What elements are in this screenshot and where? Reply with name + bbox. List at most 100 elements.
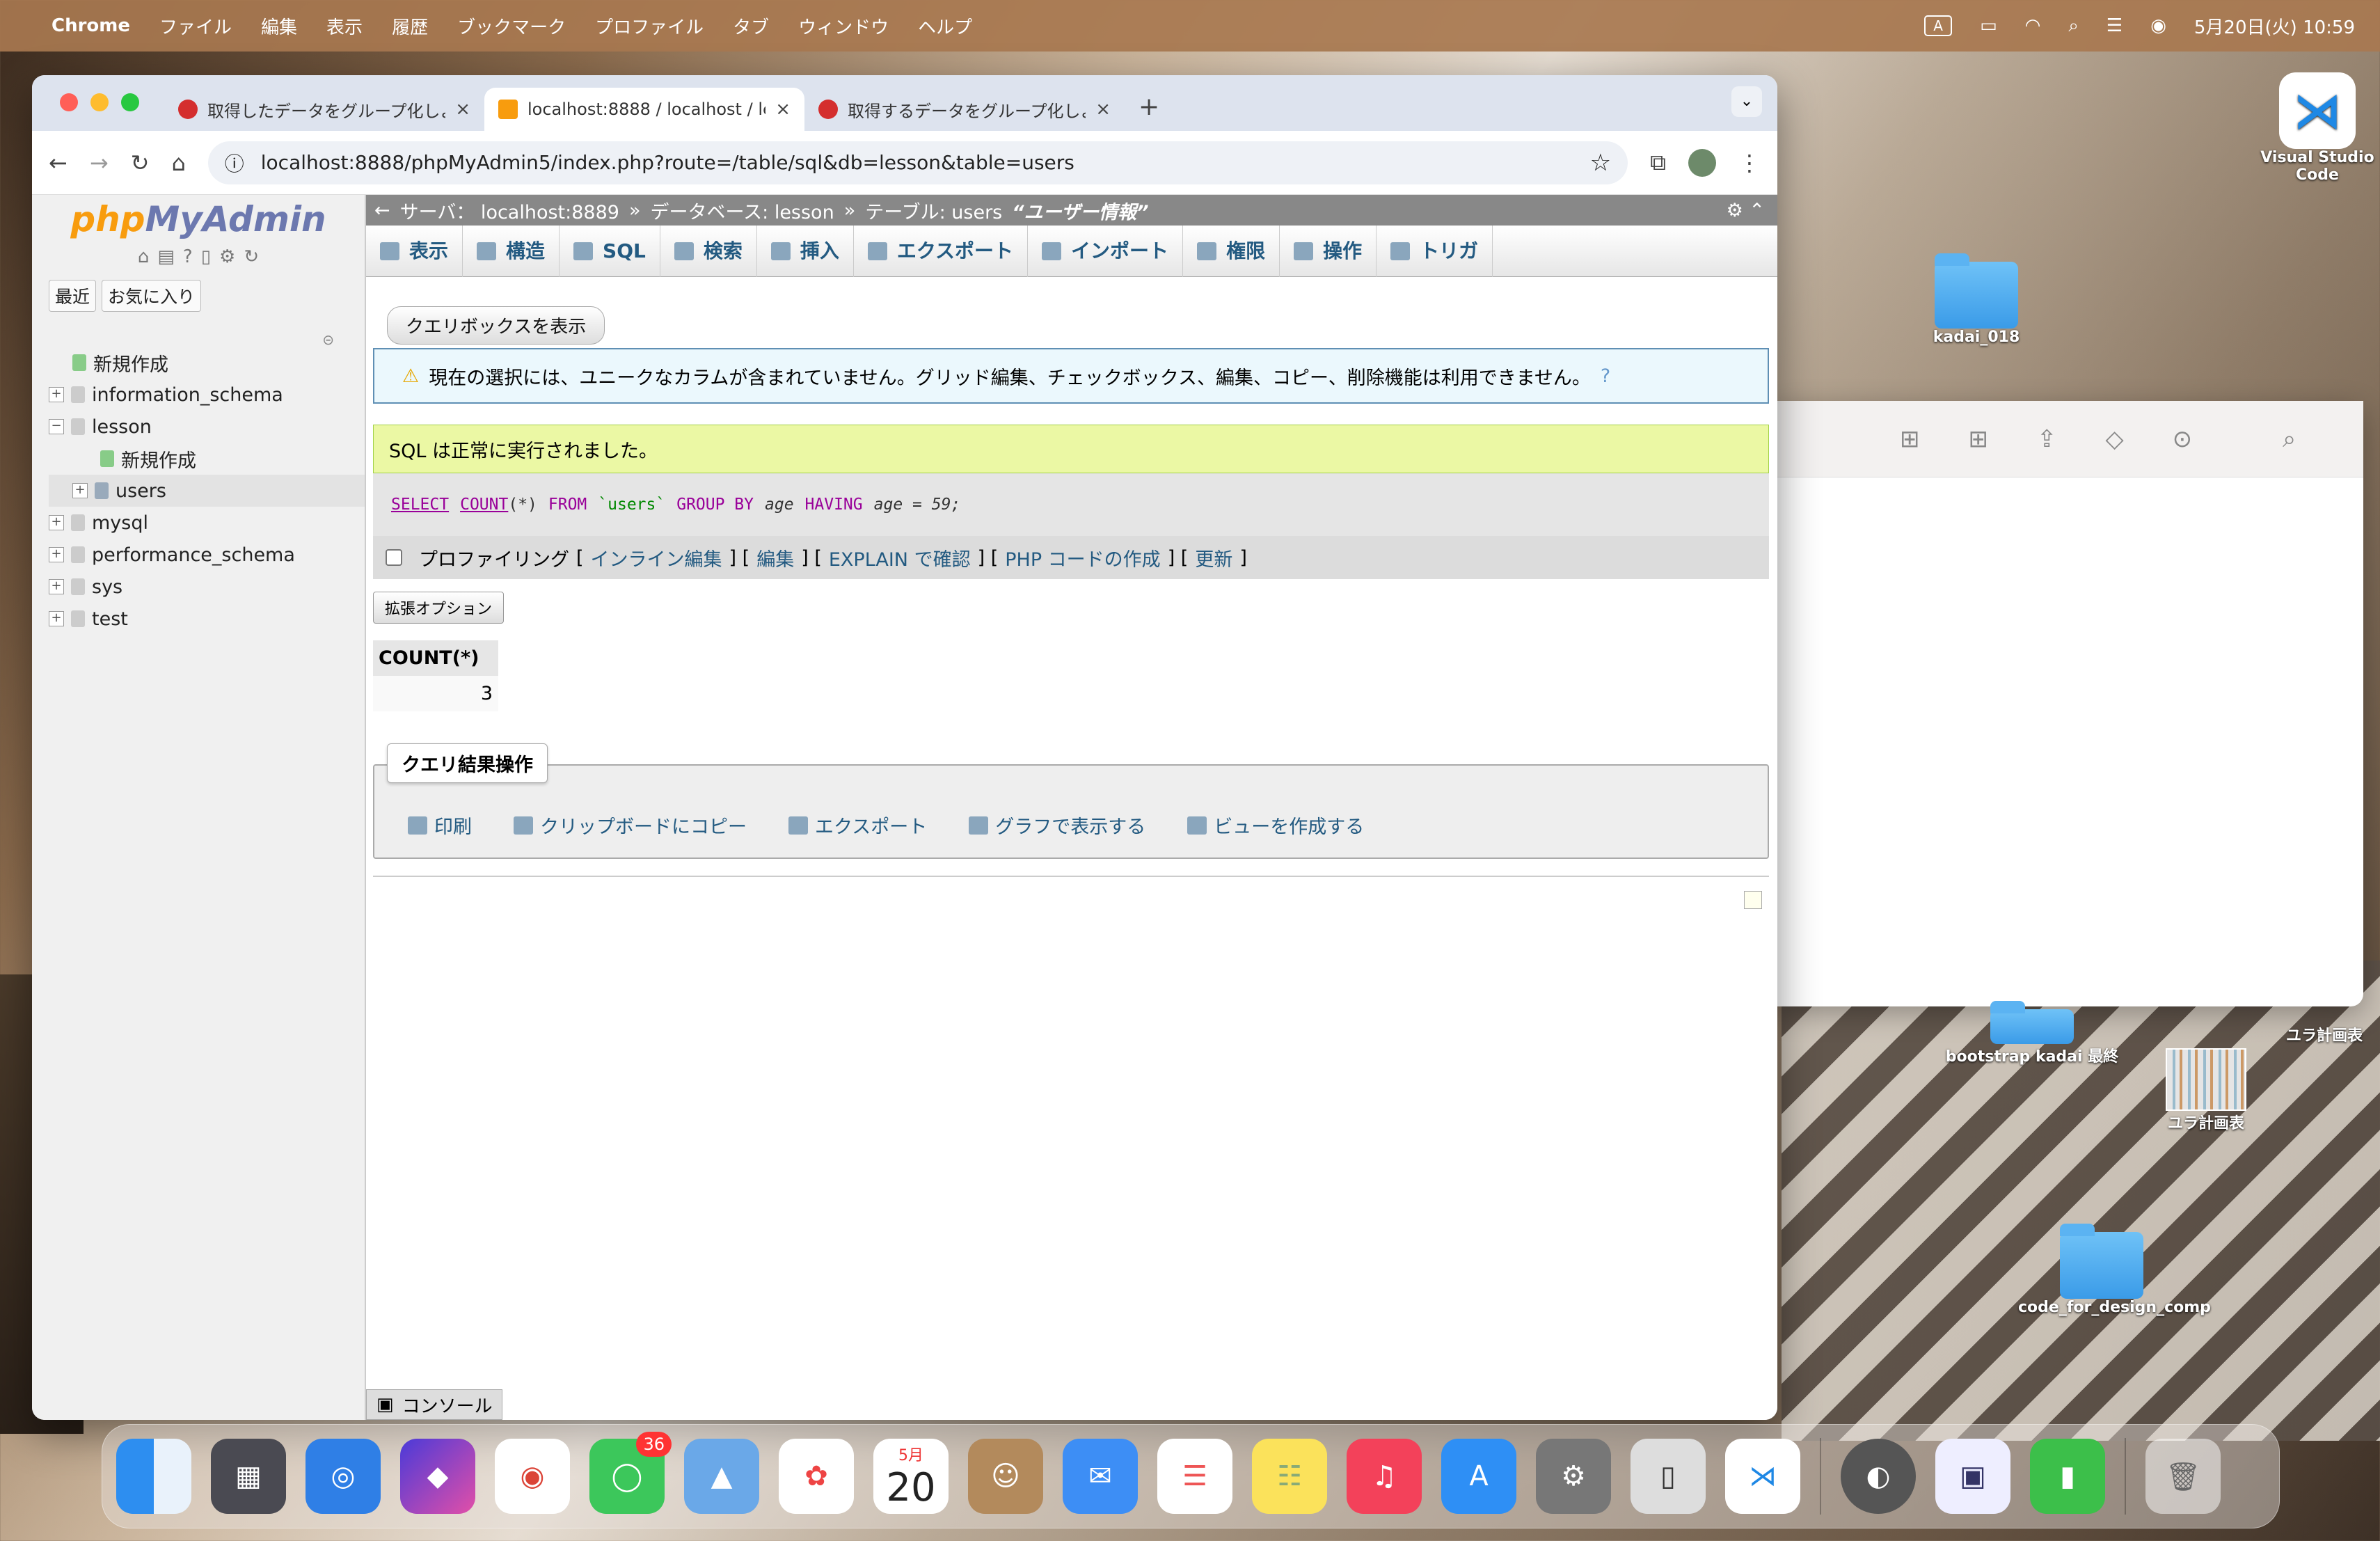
site-info-icon[interactable]: ⓘ xyxy=(225,149,244,177)
column-header[interactable]: COUNT(*) xyxy=(373,640,498,676)
expand-icon[interactable]: + xyxy=(49,547,64,562)
copy-clipboard-link[interactable]: クリップボードにコピー xyxy=(514,812,747,839)
back-icon[interactable]: ← xyxy=(49,150,68,176)
print-link[interactable]: 印刷 xyxy=(408,812,472,839)
tableplus-icon[interactable]: ◐ xyxy=(1841,1439,1916,1514)
system-settings-icon[interactable]: ⚙ xyxy=(1536,1439,1611,1514)
desktop-folder-kadai[interactable]: kadai_018 xyxy=(1928,253,2025,346)
profile-avatar[interactable] xyxy=(1688,148,1716,177)
url-text[interactable]: localhost:8888/phpMyAdmin5/index.php?rou… xyxy=(261,151,1074,174)
launchpad-icon[interactable]: ▦ xyxy=(211,1439,286,1514)
bookmark-icon[interactable] xyxy=(1744,891,1762,909)
menu-bookmarks[interactable]: ブックマーク xyxy=(457,13,566,39)
reminders-icon[interactable]: ☰ xyxy=(1157,1439,1232,1514)
breadcrumb-server[interactable]: サーバ： localhost:8889 xyxy=(400,197,619,224)
recent-button[interactable]: 最近 xyxy=(49,280,97,312)
help-icon[interactable]: ? xyxy=(1601,365,1610,387)
show-query-box-button[interactable]: クエリボックスを表示 xyxy=(387,306,605,345)
favorites-button[interactable]: お気に入り xyxy=(102,280,202,312)
mail-icon[interactable]: ✉ xyxy=(1063,1439,1138,1514)
settings-icon[interactable]: ⚙ xyxy=(219,246,235,267)
desktop-file-plan-top[interactable]: ユラ計画表 xyxy=(2269,1023,2380,1045)
trash-icon[interactable]: 🗑 xyxy=(2145,1439,2221,1514)
calendar-icon[interactable]: 5月 20 xyxy=(873,1439,949,1514)
expand-icon[interactable]: + xyxy=(49,515,64,530)
messages-icon[interactable]: ◯ 36 xyxy=(589,1432,672,1514)
contacts-icon[interactable]: ☺ xyxy=(968,1439,1043,1514)
desktop-vscode[interactable]: ⋊ Visual Studio Code xyxy=(2248,72,2380,184)
help-icon[interactable]: ? xyxy=(183,246,193,267)
finder-icon[interactable] xyxy=(116,1439,191,1514)
menu-app-name[interactable]: Chrome xyxy=(51,15,130,36)
breadcrumb-database[interactable]: データベース: lesson xyxy=(650,197,834,224)
tab-insert[interactable]: 挿入 xyxy=(757,225,854,277)
safari-icon[interactable]: ◎ xyxy=(306,1439,381,1514)
vscode-dock-icon[interactable]: ⋊ xyxy=(1725,1439,1800,1514)
tab-3[interactable]: 取得するデータをグループ化しよ × xyxy=(804,88,1125,131)
sql-keyword[interactable]: SELECT xyxy=(391,496,449,514)
logout-icon[interactable]: ▤ xyxy=(157,246,175,267)
menu-file[interactable]: ファイル xyxy=(159,13,232,39)
tree-item-information-schema[interactable]: + information_schema xyxy=(49,379,365,411)
php-code-link[interactable]: PHP コードの作成 xyxy=(1005,544,1160,571)
battery-icon[interactable]: ▭ xyxy=(1980,15,1997,36)
tree-item-performance-schema[interactable]: + performance_schema xyxy=(49,539,365,571)
tree-item-mysql[interactable]: + mysql xyxy=(49,507,365,539)
notes-icon[interactable]: ☷ xyxy=(1252,1439,1327,1514)
new-tab-icon[interactable]: + xyxy=(1139,93,1159,121)
tag-icon[interactable]: ◇ xyxy=(2106,425,2124,453)
tab-triggers[interactable]: トリガ xyxy=(1377,225,1493,277)
create-view-link[interactable]: ビューを作成する xyxy=(1187,812,1364,839)
menu-view[interactable]: 表示 xyxy=(326,13,363,39)
docs-icon[interactable]: ▯ xyxy=(201,246,211,267)
export-link[interactable]: エクスポート xyxy=(788,812,927,839)
chrome-icon[interactable]: ◉ xyxy=(495,1439,570,1514)
tree-item-lesson-new[interactable]: 新規作成 xyxy=(49,443,365,475)
tab-2[interactable]: localhost:8888 / localhost / le × xyxy=(484,88,804,131)
collapse-icon[interactable]: − xyxy=(49,419,64,434)
pma-logo[interactable]: phpMyAdmin xyxy=(32,199,365,239)
desktop-folder-bootstrap[interactable]: bootstrap kadai 最終 xyxy=(1935,1001,2129,1066)
zoom-window-button[interactable] xyxy=(121,93,139,111)
explain-link[interactable]: EXPLAIN で確認 xyxy=(829,544,971,571)
close-tab-icon[interactable]: × xyxy=(1095,99,1111,120)
more-icon[interactable]: ⊙ xyxy=(2173,425,2193,453)
menu-edit[interactable]: 編集 xyxy=(261,13,297,39)
menu-history[interactable]: 履歴 xyxy=(392,13,428,39)
app-store-icon[interactable]: A xyxy=(1441,1439,1516,1514)
home-icon[interactable]: ⌂ xyxy=(138,246,150,267)
tab-browse[interactable]: 表示 xyxy=(366,225,463,277)
tree-item-sys[interactable]: + sys xyxy=(49,571,365,603)
clock[interactable]: 5月20日(火) 10:59 xyxy=(2194,13,2355,39)
iphone-mirroring-icon[interactable]: ▯ xyxy=(1631,1439,1706,1514)
forward-icon[interactable]: → xyxy=(90,150,109,176)
tree-item-test[interactable]: + test xyxy=(49,603,365,635)
bookmark-star-icon[interactable]: ☆ xyxy=(1590,149,1611,177)
shortcuts-icon[interactable]: ◆ xyxy=(400,1439,475,1514)
preview-icon[interactable]: ▣ xyxy=(1935,1439,2010,1514)
close-tab-icon[interactable]: × xyxy=(775,99,791,120)
tab-import[interactable]: インポート xyxy=(1028,225,1184,277)
photos-icon[interactable]: ✿ xyxy=(779,1439,854,1514)
settings-gear-icon[interactable]: ⚙ ⌃ xyxy=(1727,200,1765,221)
desktop-file-plan[interactable]: ユラ計画表 xyxy=(2150,1048,2262,1133)
menu-tab[interactable]: タブ xyxy=(733,13,769,39)
music-icon[interactable]: ♫ xyxy=(1347,1439,1422,1514)
wifi-icon[interactable]: ◠ xyxy=(2025,15,2041,36)
collapse-nav-icon[interactable]: ← xyxy=(374,200,390,221)
breadcrumb-table[interactable]: テーブル: users xyxy=(865,197,1002,224)
tab-privileges[interactable]: 権限 xyxy=(1183,225,1280,277)
address-bar[interactable]: ⓘ localhost:8888/phpMyAdmin5/index.php?r… xyxy=(207,141,1628,184)
search-icon[interactable]: ⌕ xyxy=(2068,15,2079,37)
expand-icon[interactable]: + xyxy=(49,387,64,402)
tab-structure[interactable]: 構造 xyxy=(463,225,560,277)
inline-edit-link[interactable]: インライン編集 xyxy=(591,544,722,571)
extensions-icon[interactable]: ⧉ xyxy=(1650,149,1666,176)
profiling-checkbox[interactable] xyxy=(386,549,402,566)
home-icon[interactable]: ⌂ xyxy=(171,150,185,176)
refresh-icon[interactable]: ↻ xyxy=(244,246,259,267)
tab-search[interactable]: 検索 xyxy=(660,225,757,277)
chart-link[interactable]: グラフで表示する xyxy=(969,812,1145,839)
icon-view-icon[interactable]: ⊞ xyxy=(1900,425,1920,453)
input-mode-indicator[interactable]: A xyxy=(1924,15,1953,36)
